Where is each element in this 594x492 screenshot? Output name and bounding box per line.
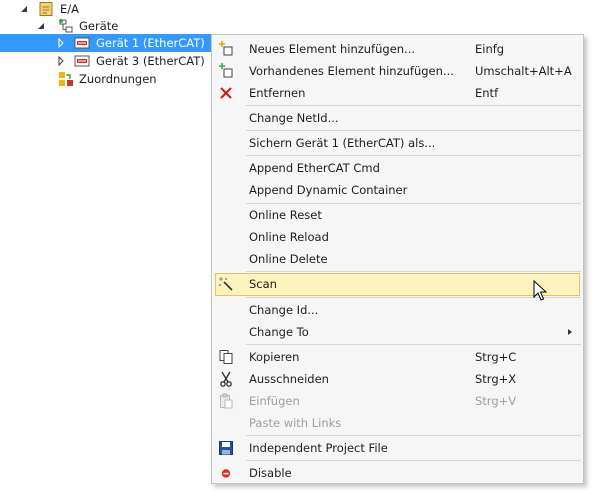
save-disk-icon <box>219 441 233 455</box>
menu-label: Change To <box>249 325 309 339</box>
menu-label: Einfügen <box>249 394 300 408</box>
menu-separator <box>246 344 581 345</box>
tree-label-geraete: Geräte <box>79 19 119 33</box>
context-menu: Neues Element hinzufügen... Einfg Vorhan… <box>211 34 584 484</box>
menu-item-online-reload[interactable]: Online Reload <box>215 226 580 248</box>
menu-item-change-id[interactable]: Change Id... <box>215 299 580 321</box>
menu-label: Ausschneiden <box>249 372 329 386</box>
menu-label: Online Reload <box>249 230 329 244</box>
tree-label-device-1: Gerät 1 (EtherCAT) <box>96 36 205 50</box>
menu-label: Paste with Links <box>249 416 342 430</box>
menu-item-cut[interactable]: Ausschneiden Strg+X <box>215 368 580 390</box>
menu-item-disable[interactable]: Disable <box>215 462 580 484</box>
menu-label: Sichern Gerät 1 (EtherCAT) als... <box>249 136 436 150</box>
menu-item-scan[interactable]: Scan <box>215 273 580 296</box>
menu-separator <box>246 155 581 156</box>
menu-item-remove[interactable]: Entfernen Entf <box>215 82 580 104</box>
menu-separator <box>246 271 581 272</box>
menu-label: Disable <box>249 466 292 480</box>
menu-separator <box>246 105 581 106</box>
ethercat-device-icon <box>74 37 90 49</box>
menu-separator <box>246 130 581 131</box>
menu-separator <box>246 297 581 298</box>
menu-shortcut: Strg+V <box>475 394 517 408</box>
menu-shortcut: Einfg <box>475 42 505 56</box>
menu-label: Scan <box>249 277 277 291</box>
menu-item-online-reset[interactable]: Online Reset <box>215 204 580 226</box>
menu-separator <box>246 460 581 461</box>
menu-label: Online Delete <box>249 252 328 266</box>
menu-item-append-dynamic-container[interactable]: Append Dynamic Container <box>215 179 580 201</box>
menu-label: Neues Element hinzufügen... <box>249 42 416 56</box>
menu-shortcut: Entf <box>475 86 499 100</box>
menu-item-online-delete[interactable]: Online Delete <box>215 248 580 270</box>
tree-label-io: E/A <box>60 2 80 16</box>
menu-item-save-as[interactable]: Sichern Gerät 1 (EtherCAT) als... <box>215 132 580 154</box>
menu-item-add-existing[interactable]: Vorhandenes Element hinzufügen... Umscha… <box>215 60 580 82</box>
menu-label: Change Id... <box>249 303 319 317</box>
io-folder-icon <box>39 2 53 16</box>
menu-item-independent-project-file[interactable]: Independent Project File <box>215 437 580 459</box>
collapsed-arrow-icon[interactable] <box>56 52 66 70</box>
collapsed-arrow-icon[interactable] <box>56 34 66 52</box>
devices-icon <box>59 19 73 33</box>
paste-icon <box>220 393 233 409</box>
tree-label-device-3: Gerät 3 (EtherCAT) <box>96 54 205 68</box>
submenu-arrow-icon <box>568 329 572 335</box>
menu-item-paste: Einfügen Strg+V <box>215 390 580 412</box>
menu-label: Kopieren <box>249 350 300 364</box>
menu-label: Vorhandenes Element hinzufügen... <box>249 64 454 78</box>
menu-item-append-ethercat-cmd[interactable]: Append EtherCAT Cmd <box>215 157 580 179</box>
scissors-icon <box>220 371 232 387</box>
menu-item-change-netid[interactable]: Change NetId... <box>215 107 580 129</box>
menu-item-add-new[interactable]: Neues Element hinzufügen... Einfg <box>215 38 580 60</box>
tree-label-mappings: Zuordnungen <box>79 72 157 86</box>
add-existing-element-icon <box>219 63 233 78</box>
menu-shortcut: Umschalt+Alt+A <box>475 64 572 78</box>
menu-item-copy[interactable]: Kopieren Strg+C <box>215 346 580 368</box>
menu-shortcut: Strg+X <box>475 372 517 386</box>
expanded-arrow-icon[interactable] <box>36 17 46 35</box>
menu-separator <box>246 435 581 436</box>
mappings-icon <box>59 72 73 86</box>
add-new-element-icon <box>219 41 233 56</box>
menu-label: Change NetId... <box>249 111 339 125</box>
menu-shortcut: Strg+C <box>475 350 517 364</box>
menu-label: Online Reset <box>249 208 322 222</box>
disable-icon <box>221 469 231 478</box>
mouse-cursor-icon <box>533 280 548 301</box>
menu-label: Independent Project File <box>249 441 388 455</box>
menu-item-paste-with-links: Paste with Links <box>215 412 580 434</box>
ethercat-device-icon <box>74 55 90 67</box>
menu-label: Append EtherCAT Cmd <box>249 161 380 175</box>
expanded-arrow-icon[interactable] <box>19 0 29 18</box>
menu-label: Entfernen <box>249 86 306 100</box>
copy-icon <box>219 350 233 364</box>
menu-label: Append Dynamic Container <box>249 183 408 197</box>
remove-icon <box>220 87 232 99</box>
magic-wand-icon <box>219 277 233 291</box>
menu-item-change-to[interactable]: Change To <box>215 321 580 343</box>
